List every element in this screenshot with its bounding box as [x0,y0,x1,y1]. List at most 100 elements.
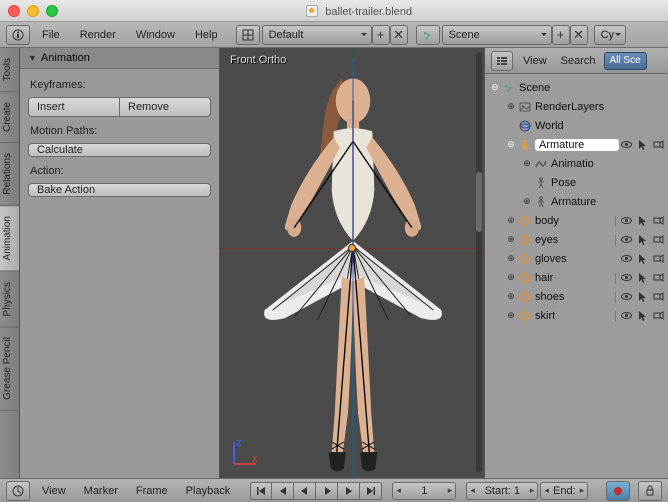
tree-node-renderlayers[interactable]: ⊕RenderLayers [485,97,668,116]
next-keyframe-button[interactable] [338,482,360,500]
menu-window[interactable]: Window [126,25,185,45]
current-frame-field[interactable]: 1 [392,482,456,500]
outliner-filter-dropdown[interactable]: All Sce [604,52,647,70]
expand-icon[interactable]: ⊕ [505,215,517,226]
layout-remove-button[interactable]: ✕ [390,25,408,45]
menu-help[interactable]: Help [185,25,228,45]
renderable-icon[interactable] [651,232,666,247]
layout-add-button[interactable]: + [372,25,390,45]
expand-icon[interactable]: ⊕ [505,272,517,283]
outliner-search-menu[interactable]: Search [555,52,602,70]
tree-node-armature[interactable]: ⊖Armature [485,135,668,154]
layout-dropdown[interactable]: Default [262,25,372,45]
maximize-window-icon[interactable] [46,5,58,17]
info-editor-icon[interactable] [6,25,30,45]
outliner-editor-icon[interactable] [491,51,513,71]
scene-icon[interactable] [416,25,440,45]
3d-viewport[interactable]: Front Ortho [220,48,484,502]
keyframe-remove-button[interactable]: Remove [120,97,211,117]
selectable-icon[interactable] [635,270,650,285]
expand-icon[interactable]: ⊕ [521,158,533,169]
end-frame-field[interactable]: End: [540,482,588,500]
timeline-playback-menu[interactable]: Playback [178,482,239,500]
tree-node-eyes[interactable]: ⊕eyes| [485,230,668,249]
scene-remove-button[interactable]: ✕ [570,25,588,45]
tree-node-armature[interactable]: ⊕Armature [485,192,668,211]
expand-icon[interactable]: ⊕ [521,196,533,207]
expand-icon[interactable]: ⊕ [505,291,517,302]
tree-node-skirt[interactable]: ⊕skirt| [485,306,668,325]
expand-icon[interactable]: ⊕ [505,101,517,112]
tab-physics[interactable]: Physics [0,272,19,327]
outliner-view-menu[interactable]: View [517,52,553,70]
tab-create[interactable]: Create [0,92,19,143]
timeline-frame-menu[interactable]: Frame [128,482,176,500]
jump-end-button[interactable] [360,482,382,500]
timeline-editor-icon[interactable] [6,481,30,501]
menu-render[interactable]: Render [70,25,126,45]
selectable-icon[interactable] [635,289,650,304]
prev-keyframe-button[interactable] [272,482,294,500]
tree-node-body[interactable]: ⊕body| [485,211,668,230]
selectable-icon[interactable] [635,137,650,152]
scene-dropdown[interactable]: Scene [442,25,552,45]
renderable-icon[interactable] [651,213,666,228]
play-button[interactable] [316,482,338,500]
selectable-icon[interactable] [635,213,650,228]
renderable-icon[interactable] [651,289,666,304]
visibility-icon[interactable] [619,232,634,247]
engine-dropdown[interactable]: Cy [594,25,626,45]
scene-add-button[interactable]: + [552,25,570,45]
selectable-icon[interactable] [635,251,650,266]
screen-layout-icon[interactable] [236,25,260,45]
keyframe-insert-button[interactable]: Insert [28,97,120,117]
renderable-icon[interactable] [651,251,666,266]
visibility-icon[interactable] [619,137,634,152]
minimize-window-icon[interactable] [27,5,39,17]
close-window-icon[interactable] [8,5,20,17]
collapse-icon[interactable]: ⊖ [505,139,517,150]
timeline-view-menu[interactable]: View [34,482,74,500]
node-restrict-icons [619,270,666,285]
tab-relations[interactable]: Relations [0,143,19,206]
renderable-icon[interactable] [651,308,666,323]
lock-time-icon[interactable] [638,481,662,501]
calculate-button[interactable]: Calculate [28,143,211,157]
visibility-icon[interactable] [619,308,634,323]
tree-node-hair[interactable]: ⊕hair| [485,268,668,287]
panel-header-animation[interactable]: ▼ Animation [20,48,219,69]
timeline-header: View Marker Frame Playback 1 Start: 1 En… [0,478,668,502]
tab-tools[interactable]: Tools [0,48,19,92]
tree-node-world[interactable]: World [485,116,668,135]
expand-icon[interactable]: ⊕ [505,310,517,321]
mesh-icon [517,270,533,286]
menu-file[interactable]: File [32,25,70,45]
tree-node-gloves[interactable]: ⊕gloves [485,249,668,268]
bake-action-button[interactable]: Bake Action [28,183,211,197]
renderable-icon[interactable] [651,137,666,152]
jump-start-button[interactable] [250,482,272,500]
tree-node-shoes[interactable]: ⊕shoes| [485,287,668,306]
outliner-tree[interactable]: ⊖Scene⊕RenderLayersWorld⊖Armature⊕Animat… [485,74,668,502]
viewport-scrollbar[interactable] [476,52,482,472]
tab-animation[interactable]: Animation [0,206,19,271]
visibility-icon[interactable] [619,213,634,228]
selectable-icon[interactable] [635,308,650,323]
tree-node-animatio[interactable]: ⊕Animatio [485,154,668,173]
start-frame-field[interactable]: Start: 1 [466,482,538,500]
collapse-icon[interactable]: ⊖ [489,82,501,93]
scrollbar-thumb[interactable] [476,172,482,232]
play-reverse-button[interactable] [294,482,316,500]
expand-icon[interactable]: ⊕ [505,253,517,264]
visibility-icon[interactable] [619,289,634,304]
renderable-icon[interactable] [651,270,666,285]
selectable-icon[interactable] [635,232,650,247]
visibility-icon[interactable] [619,270,634,285]
visibility-icon[interactable] [619,251,634,266]
timeline-marker-menu[interactable]: Marker [76,482,126,500]
auto-keyframe-icon[interactable] [606,481,630,501]
tree-node-pose[interactable]: Pose [485,173,668,192]
tree-node-scene[interactable]: ⊖Scene [485,78,668,97]
tab-grease-pencil[interactable]: Grease Pencil [0,327,19,411]
expand-icon[interactable]: ⊕ [505,234,517,245]
